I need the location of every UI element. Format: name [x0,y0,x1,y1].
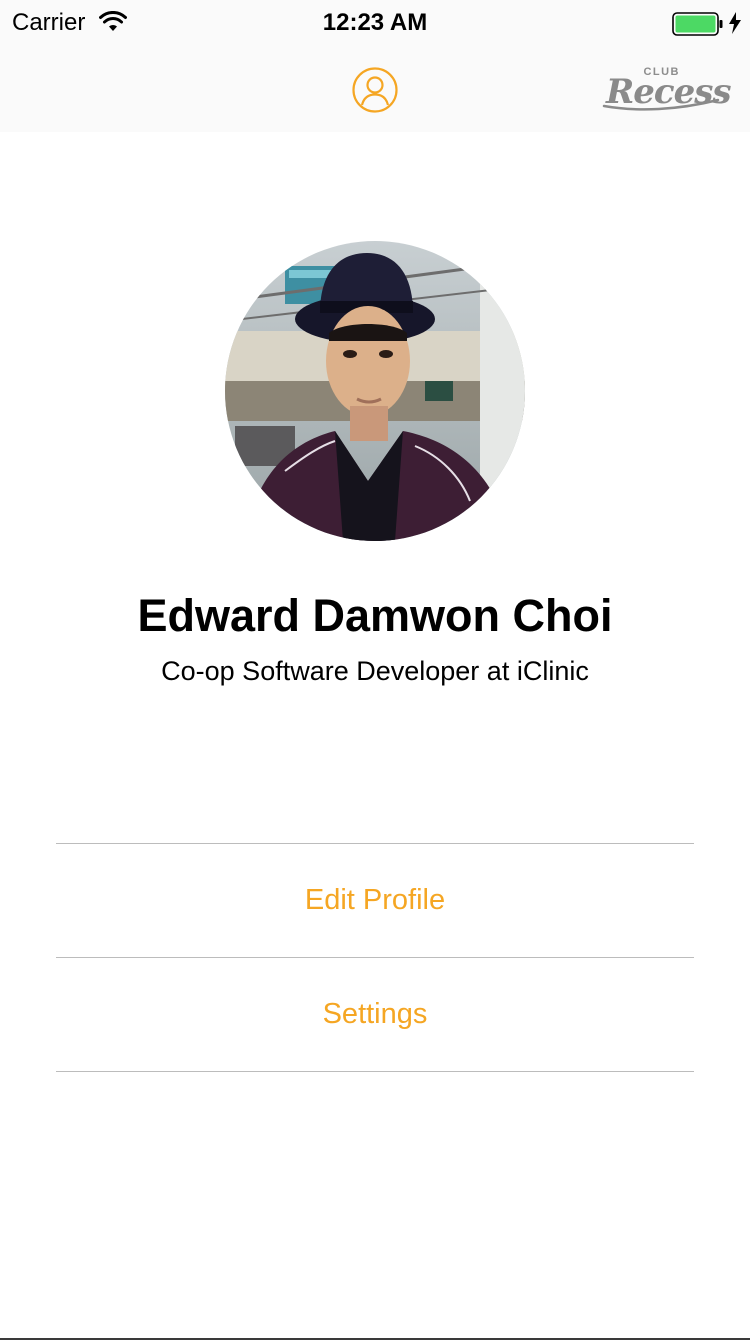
menu-divider [56,1071,694,1072]
avatar [225,241,525,541]
profile-screen: Carrier 12:23 AM CLUB Recess Edward Damw… [0,0,750,1340]
nav-bar: CLUB Recess [0,44,750,132]
edit-profile-button[interactable]: Edit Profile [56,844,694,957]
settings-button[interactable]: Settings [56,958,694,1071]
battery-icon [672,12,723,36]
profile-name: Edward Damwon Choi [137,590,613,641]
status-time: 12:23 AM [322,9,428,36]
user-circle-icon[interactable] [351,66,399,114]
status-bar: Carrier 12:23 AM [0,0,750,44]
charging-bolt-icon [729,12,741,34]
logo-name-text: Recess [606,72,732,112]
profile-job-title: Co-op Software Developer at iClinic [161,656,589,686]
club-recess-logo[interactable]: CLUB Recess [598,60,732,118]
avatar-photo [225,241,525,541]
